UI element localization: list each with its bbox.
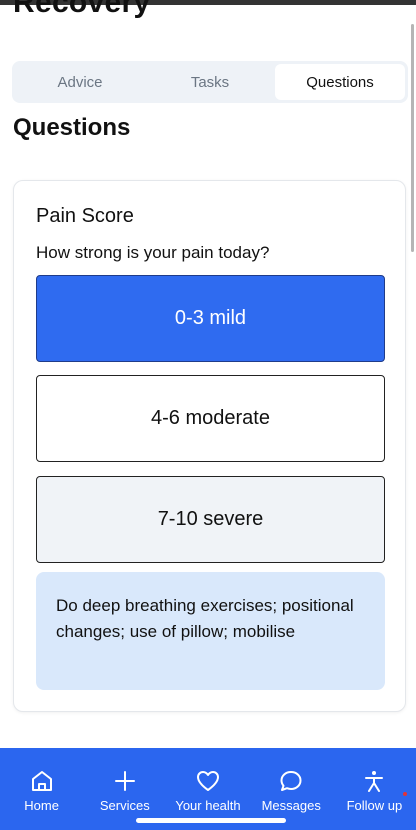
- tab-tasks[interactable]: Tasks: [145, 64, 275, 100]
- advice-box: Do deep breathing exercises; positional …: [36, 572, 385, 690]
- nav-label-follow-up: Follow up: [346, 798, 403, 813]
- nav-label-services: Services: [99, 798, 150, 813]
- segmented-tabs: Advice Tasks Questions: [12, 61, 408, 103]
- person-icon: [365, 771, 384, 792]
- section-title: Questions: [13, 114, 131, 141]
- page-title: Recovery: [13, 0, 151, 19]
- pain-score-card: Pain Score How strong is your pain today…: [13, 180, 406, 712]
- chat-bubble-icon: [280, 771, 302, 791]
- option-moderate[interactable]: 4-6 moderate: [36, 375, 385, 462]
- option-severe[interactable]: 7-10 severe: [36, 476, 385, 563]
- heart-icon: [197, 771, 219, 791]
- tab-advice[interactable]: Advice: [15, 64, 145, 100]
- plus-icon: [114, 771, 135, 791]
- nav-label-your-health: Your health: [175, 798, 241, 813]
- nav-item-follow-up[interactable]: Follow up: [333, 748, 416, 830]
- nav-label-messages: Messages: [261, 798, 321, 813]
- nav-item-home[interactable]: Home: [0, 748, 83, 830]
- home-indicator: [136, 818, 286, 823]
- option-mild[interactable]: 0-3 mild: [36, 275, 385, 362]
- nav-label-home: Home: [24, 798, 59, 813]
- tab-questions[interactable]: Questions: [275, 64, 405, 100]
- scrollbar[interactable]: [411, 24, 414, 252]
- notification-dot: [403, 792, 408, 796]
- home-icon: [31, 771, 52, 791]
- question-text: How strong is your pain today?: [36, 243, 270, 262]
- card-title: Pain Score: [36, 205, 134, 227]
